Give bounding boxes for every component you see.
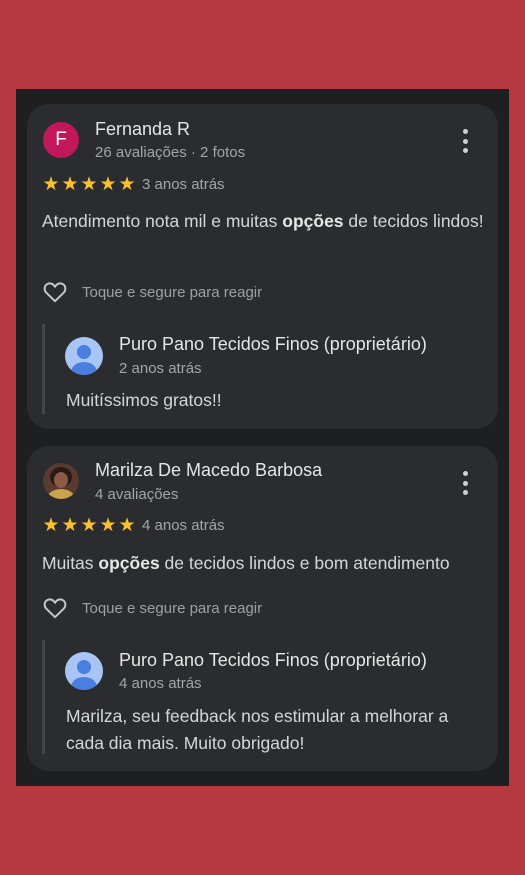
more-vert-icon: [462, 129, 468, 134]
owner-reply-date: 4 anos atrás: [119, 675, 202, 692]
review-text: Muitas opções de tecidos lindos e bom at…: [42, 553, 450, 573]
reviewer-name[interactable]: Fernanda R: [95, 119, 190, 140]
star-icon: ★: [118, 174, 136, 195]
heart-outline-icon[interactable]: [41, 595, 69, 621]
rating-stars: ★ ★ ★ ★ ★: [42, 175, 136, 194]
default-profile-icon: [65, 337, 103, 375]
react-hint[interactable]: Toque e segure para reagir: [82, 600, 262, 617]
review-card: F Fernanda R 26 avaliações · 2 fotos ★ ★…: [27, 104, 498, 429]
star-icon: ★: [61, 515, 79, 536]
star-icon: ★: [99, 515, 117, 536]
star-icon: ★: [80, 174, 98, 195]
reply-divider: [42, 324, 45, 414]
review-text: Atendimento nota mil e muitas opções de …: [42, 211, 484, 231]
heart-outline-icon[interactable]: [41, 279, 69, 305]
reply-divider: [42, 640, 45, 754]
star-icon: ★: [99, 174, 117, 195]
owner-reply-text: Muitíssimos gratos!!: [66, 390, 222, 410]
star-icon: ★: [42, 174, 60, 195]
reviewer-avatar[interactable]: [43, 463, 79, 499]
reviewer-meta: 26 avaliações · 2 fotos: [95, 144, 246, 161]
reviewer-avatar[interactable]: F: [43, 122, 79, 158]
more-options-button[interactable]: [455, 126, 475, 156]
review-date: 3 anos atrás: [142, 176, 225, 193]
review-card: Marilza De Macedo Barbosa 4 avaliações ★…: [27, 446, 498, 771]
reviewer-name[interactable]: Marilza De Macedo Barbosa: [95, 460, 322, 481]
reviewer-meta: 4 avaliações: [95, 486, 179, 503]
star-icon: ★: [80, 515, 98, 536]
star-icon: ★: [61, 174, 79, 195]
rating-stars: ★ ★ ★ ★ ★: [42, 516, 136, 535]
more-vert-icon: [462, 471, 468, 476]
more-options-button[interactable]: [455, 468, 475, 498]
owner-name: Puro Pano Tecidos Finos (proprietário): [119, 650, 427, 670]
owner-reply-date: 2 anos atrás: [119, 360, 202, 377]
owner-reply-text: Marilza, seu feedback nos estimular a me…: [66, 706, 449, 753]
owner-name: Puro Pano Tecidos Finos (proprietário): [119, 334, 427, 354]
star-icon: ★: [118, 515, 136, 536]
review-date: 4 anos atrás: [142, 517, 225, 534]
default-profile-icon: [65, 652, 103, 690]
star-icon: ★: [42, 515, 60, 536]
react-hint[interactable]: Toque e segure para reagir: [82, 284, 262, 301]
